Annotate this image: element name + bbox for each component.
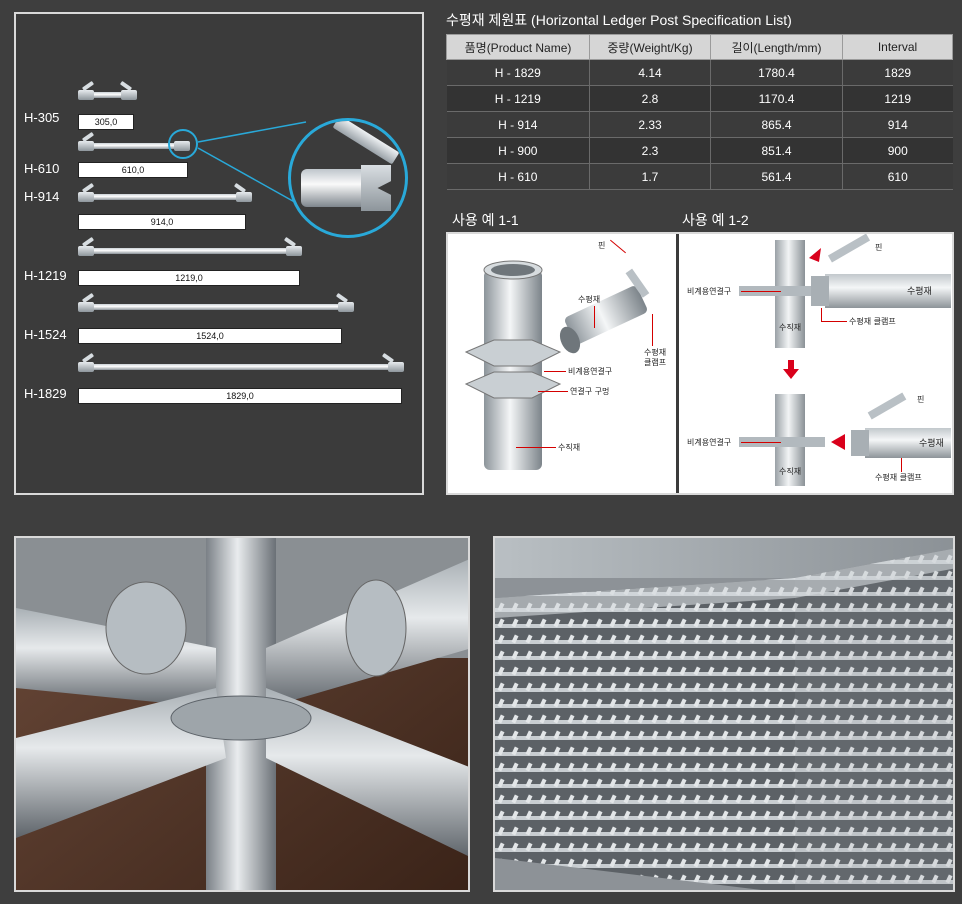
cell-length: 1780.4 (710, 59, 843, 86)
cell-length: 561.4 (710, 163, 843, 190)
cell-product: H - 1829 (446, 59, 590, 86)
cell-length: 851.4 (710, 137, 843, 164)
leader-line (821, 308, 822, 322)
cell-interval: 900 (842, 137, 953, 164)
clamp-icon (286, 246, 302, 256)
cell-weight: 2.8 (589, 85, 711, 112)
anno-pin-bottom: 핀 (917, 395, 925, 404)
cell-interval: 610 (842, 163, 953, 190)
clamp-icon (236, 192, 252, 202)
cell-weight: 1.7 (589, 163, 711, 190)
ledger-label-h914: H-914 (24, 189, 60, 204)
clamp-detail-tube (301, 169, 371, 207)
leader-line (741, 442, 781, 443)
clamp-jaw-icon (361, 165, 391, 211)
clamp-icon (338, 302, 354, 312)
leader-line (821, 321, 847, 322)
header-weight: 중량(Weight/Kg) (589, 34, 711, 60)
down-arrow-icon (783, 360, 799, 380)
anno-horizontal-bottom: 수평재 (919, 439, 944, 449)
leader-line (544, 371, 566, 372)
cell-interval: 1829 (842, 59, 953, 86)
ledger-label-h1219: H-1219 (24, 268, 67, 283)
anno-pin: 핀 (598, 241, 606, 250)
assembly-illustration-2 (739, 234, 951, 486)
clamp-icon (78, 362, 94, 372)
dimension-h1219: 1219,0 (78, 270, 300, 286)
ledger-label-h1829: H-1829 (24, 386, 67, 401)
usage-example-2: 핀 비계용연결구 수평재 수직재 수평재 클램프 핀 비계용연결구 수평재 수직… (679, 234, 952, 493)
cell-weight: 2.33 (589, 111, 711, 138)
stacked-ledgers-photo (493, 536, 955, 892)
table-row: H - 1219 2.8 1170.4 1219 (446, 85, 953, 112)
zoom-connector-lines (197, 121, 317, 215)
spec-table: 품명(Product Name) 중량(Weight/Kg) 길이(Length… (446, 34, 953, 190)
usage-examples-panel: 핀 수평재 수평재 클램프 비계용연결구 연결구 구멍 수직재 핀 비계용연결구… (446, 232, 954, 495)
dimension-h914: 914,0 (78, 214, 246, 230)
header-length: 길이(Length/mm) (710, 34, 843, 60)
anno-connector: 비계용연결구 (568, 367, 613, 376)
leader-line (594, 306, 595, 328)
cell-length: 1170.4 (710, 85, 843, 112)
dimension-h1829: 1829,0 (78, 388, 402, 404)
usage-example-1: 핀 수평재 수평재 클램프 비계용연결구 연결구 구멍 수직재 (448, 234, 676, 493)
cell-interval: 1219 (842, 85, 953, 112)
table-row: H - 610 1.7 561.4 610 (446, 163, 953, 190)
joint-closeup-photo (14, 536, 470, 892)
anno-clamp: 수평재 클램프 (644, 348, 667, 367)
table-row: H - 900 2.3 851.4 900 (446, 137, 953, 164)
clamp-icon (388, 362, 404, 372)
cell-interval: 914 (842, 111, 953, 138)
anno-vertical-top: 수직재 (779, 323, 802, 332)
clamp-icon (78, 246, 94, 256)
anno-clamp-top: 수평재 클램프 (849, 317, 896, 326)
ledger-tube-h1524 (82, 304, 352, 310)
anno-vertical: 수직재 (558, 443, 581, 452)
anno-connector-bottom: 비계용연결구 (687, 438, 732, 447)
cell-product: H - 1219 (446, 85, 590, 112)
anno-horizontal-top: 수평재 (907, 287, 932, 297)
cell-product: H - 914 (446, 111, 590, 138)
dimension-h1524: 1524,0 (78, 328, 342, 344)
cell-product: H - 900 (446, 137, 590, 164)
anno-horizontal: 수평재 (578, 295, 601, 304)
cell-product: H - 610 (446, 163, 590, 190)
cell-weight: 4.14 (589, 59, 711, 86)
anno-hole: 연결구 구멍 (570, 387, 610, 396)
ledger-tube-h1219 (82, 248, 300, 254)
spec-table-header: 품명(Product Name) 중량(Weight/Kg) 길이(Length… (446, 34, 953, 60)
table-row: H - 1829 4.14 1780.4 1829 (446, 59, 953, 86)
table-row: H - 914 2.33 865.4 914 (446, 111, 953, 138)
stack-photo-illustration (495, 538, 953, 890)
spec-table-title: 수평재 제원표 (Horizontal Ledger Post Specific… (446, 12, 792, 28)
clamp-icon (78, 302, 94, 312)
anno-vertical-bottom: 수직재 (779, 467, 802, 476)
ledger-tube-h1829 (82, 364, 394, 370)
header-product-name: 품명(Product Name) (446, 34, 590, 60)
assembly-illustration-1 (464, 260, 650, 470)
clamp-detail-zoom (288, 118, 408, 238)
leader-line (516, 447, 556, 448)
ledger-drawing-panel: H-305 305,0 H-610 610,0 H-914 914,0 H-12… (14, 12, 424, 495)
joint-photo-illustration (16, 538, 468, 890)
usage-example-1-title: 사용 예 1-1 (452, 212, 519, 228)
header-interval: Interval (842, 34, 953, 60)
anno-clamp-bottom: 수평재 클램프 (875, 473, 922, 482)
ledger-tube-h914 (82, 194, 250, 200)
usage-example-2-title: 사용 예 1-2 (682, 212, 749, 228)
anno-pin-top: 핀 (875, 243, 883, 252)
leader-line (901, 458, 902, 472)
leader-line (538, 391, 568, 392)
ledger-label-h1524: H-1524 (24, 327, 67, 342)
leader-line (652, 314, 653, 346)
leader-line (741, 291, 781, 292)
clamp-icon (78, 192, 94, 202)
cell-weight: 2.3 (589, 137, 711, 164)
anno-connector-top: 비계용연결구 (687, 287, 732, 296)
cell-length: 865.4 (710, 111, 843, 138)
